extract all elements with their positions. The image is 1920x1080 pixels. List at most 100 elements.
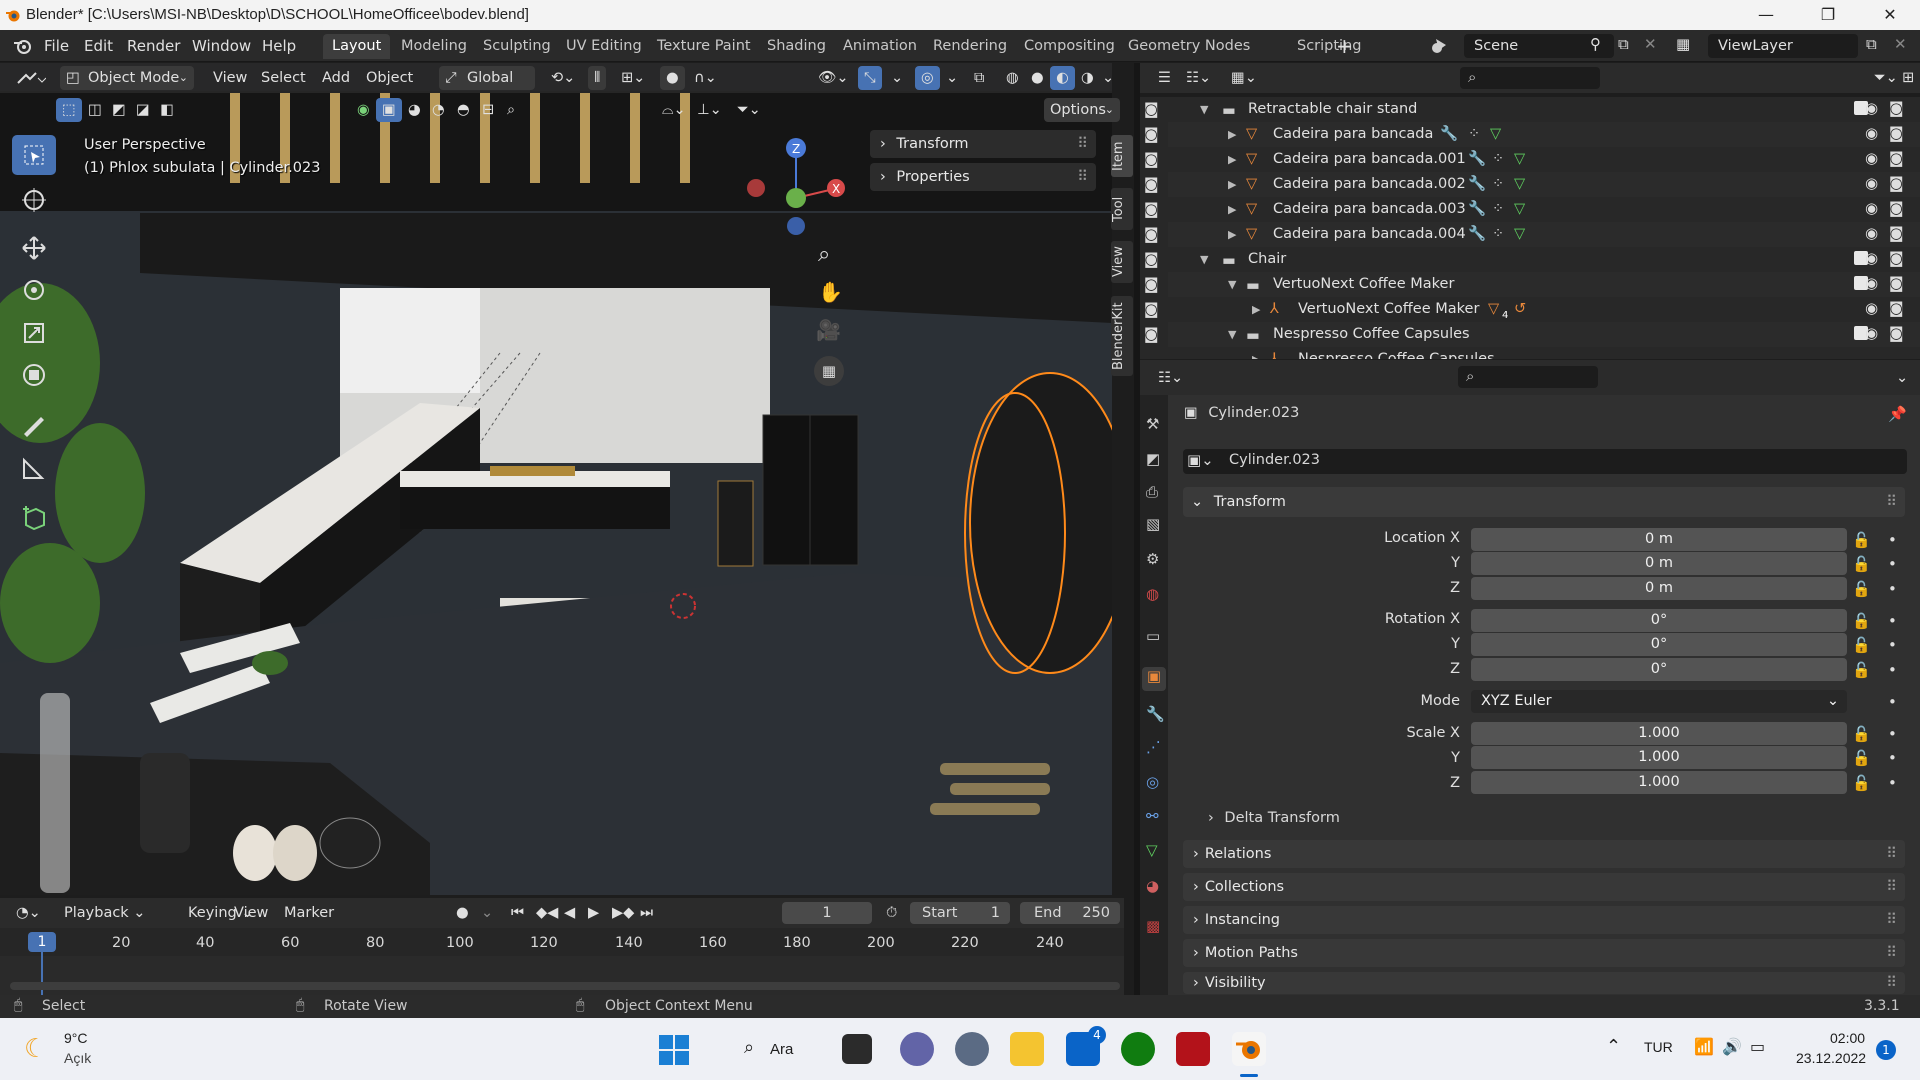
- outliner-row[interactable]: ▶ ▽ Cadeira para bancada.002 🔧 ⁘ ▽: [1140, 172, 1920, 197]
- shading-rendered-icon[interactable]: ◑: [1075, 66, 1100, 90]
- mesh-data-icon[interactable]: ▽: [1514, 147, 1532, 167]
- viewport-menu-add[interactable]: Add: [316, 66, 356, 90]
- location-z-field[interactable]: 0 m: [1471, 577, 1847, 600]
- location-x-field[interactable]: 0 m: [1471, 528, 1847, 551]
- perspective-grid-icon[interactable]: ▦: [814, 356, 844, 386]
- rotate-tool[interactable]: [12, 270, 56, 310]
- select-invert-icon[interactable]: ◪: [130, 98, 156, 122]
- gizmo-neg-z-axis[interactable]: [787, 217, 805, 235]
- camera-icon[interactable]: ◙: [1144, 150, 1159, 168]
- npanel-properties[interactable]: › Properties ⠿: [870, 163, 1096, 191]
- file-explorer-icon[interactable]: [1010, 1032, 1044, 1066]
- camera-view-icon[interactable]: 🎥: [816, 318, 841, 342]
- lock-icon[interactable]: 🔓: [1852, 555, 1871, 573]
- camera-icon[interactable]: ◙: [1144, 250, 1159, 268]
- object-name-field[interactable]: ▣⌄ Cylinder.023: [1183, 449, 1907, 474]
- notification-badge[interactable]: 1: [1876, 1040, 1896, 1060]
- asset-search-icon[interactable]: ⌕: [501, 98, 521, 122]
- jump-end-icon[interactable]: ⏭: [634, 901, 659, 925]
- drag-handle-icon[interactable]: ⠿: [1886, 840, 1897, 868]
- tab-texture-paint[interactable]: Texture Paint: [648, 34, 760, 59]
- physics-tab-icon[interactable]: ◎: [1146, 773, 1159, 791]
- camera-icon[interactable]: ◙: [1144, 300, 1159, 318]
- viewport-menu-view[interactable]: View: [207, 66, 253, 90]
- outliner-row[interactable]: ▶ ▽ Cadeira para bancada.003 🔧 ⁘ ▽: [1140, 197, 1920, 222]
- motion-paths-panel-header[interactable]: › Motion Paths ⠿: [1183, 939, 1905, 967]
- properties-editor-icon[interactable]: ☷⌄: [1152, 366, 1189, 390]
- keyframe-dot-icon[interactable]: •: [1888, 725, 1897, 743]
- eye-icon[interactable]: ◉: [1865, 324, 1878, 342]
- camera-icon[interactable]: ◙: [1889, 299, 1904, 317]
- measure-tool[interactable]: [12, 448, 56, 488]
- tab-animation[interactable]: Animation: [834, 34, 926, 59]
- add-workspace-icon[interactable]: +: [1336, 34, 1353, 58]
- mesh-data-icon[interactable]: ▽: [1514, 197, 1532, 217]
- lock-icon[interactable]: 🔓: [1852, 749, 1871, 767]
- sidetab-blenderkit[interactable]: BlenderKit: [1111, 296, 1133, 376]
- asset-sort-icon[interactable]: ⊥⌄: [691, 98, 728, 122]
- outliner-row[interactable]: ▶ ▽ Cadeira para bancada 🔧 ⁘ ▽: [1140, 122, 1920, 147]
- camera-icon[interactable]: ◙: [1144, 225, 1159, 243]
- modifier-tab-icon[interactable]: 🔧: [1146, 705, 1165, 723]
- filter-node-icon[interactable]: ⊟: [476, 98, 500, 122]
- xray-toggle-icon[interactable]: ⧉: [968, 66, 990, 90]
- camera-icon[interactable]: ◙: [1144, 125, 1159, 143]
- material-tab-icon[interactable]: ◕: [1146, 877, 1159, 895]
- rotation-mode-dropdown[interactable]: XYZ Euler ⌄: [1471, 690, 1847, 713]
- object-tab-icon[interactable]: ▣: [1142, 667, 1166, 691]
- lock-icon[interactable]: 🔓: [1852, 580, 1871, 598]
- select-subtract-icon[interactable]: ◩: [106, 98, 132, 122]
- delta-transform-subpanel[interactable]: › Delta Transform: [1208, 810, 1340, 826]
- tool-settings-tab-icon[interactable]: ⚒: [1146, 415, 1159, 433]
- outliner-row[interactable]: ▶ ▽ Cadeira para bancada.001 🔧 ⁘ ▽: [1140, 147, 1920, 172]
- output-tab-icon[interactable]: ⎙: [1146, 483, 1158, 501]
- lock-icon[interactable]: 🔓: [1852, 774, 1871, 792]
- tab-modeling[interactable]: Modeling: [392, 34, 476, 59]
- teams-chat-icon[interactable]: [900, 1032, 934, 1066]
- task-view-icon[interactable]: [842, 1034, 872, 1064]
- asset-filter-dropdown[interactable]: ⌓⌄: [656, 98, 692, 122]
- gizmo-neg-x-axis[interactable]: [747, 179, 765, 197]
- drag-handle-icon[interactable]: ⠿: [1886, 939, 1897, 967]
- menu-render[interactable]: Render: [127, 37, 180, 55]
- filter-mesh-icon[interactable]: ◕: [402, 98, 427, 122]
- keyframe-dot-icon[interactable]: •: [1888, 580, 1897, 598]
- shading-dropdown-icon[interactable]: ⌄: [1100, 66, 1116, 90]
- eye-icon[interactable]: ◉: [1865, 199, 1878, 217]
- outliner-filter-dropdown[interactable]: ▦⌄: [1225, 66, 1263, 90]
- add-cube-tool[interactable]: [12, 497, 56, 537]
- rotation-x-field[interactable]: 0°: [1471, 609, 1847, 632]
- outliner-editor-icon[interactable]: ☰: [1152, 66, 1177, 90]
- scene-tab-icon[interactable]: ⚙: [1146, 550, 1159, 568]
- select-box-mode-icon[interactable]: ⬚: [56, 98, 82, 122]
- rotation-y-field[interactable]: 0°: [1471, 633, 1847, 656]
- keyframe-dot-icon[interactable]: •: [1888, 555, 1897, 573]
- select-intersect-icon[interactable]: ◧: [154, 98, 180, 122]
- constraints-tab-icon[interactable]: ⚯: [1146, 807, 1159, 825]
- eye-icon[interactable]: ◉: [1865, 299, 1878, 317]
- modifier-wrench-icon[interactable]: 🔧: [1468, 172, 1486, 192]
- outliner-row[interactable]: ▼ ▬ Nespresso Coffee Capsules: [1140, 322, 1920, 347]
- data-tab-icon[interactable]: ▽: [1146, 841, 1158, 859]
- new-viewlayer-icon[interactable]: ⧉: [1866, 35, 1877, 53]
- gizmo-dropdown-icon[interactable]: ⌄: [885, 66, 909, 90]
- menu-window[interactable]: Window: [192, 37, 251, 55]
- mesh-data-icon[interactable]: ▽: [1490, 122, 1508, 142]
- scale-tool[interactable]: [12, 313, 56, 353]
- minimize-button[interactable]: —: [1738, 0, 1794, 30]
- shading-wireframe-icon[interactable]: ◍: [1000, 66, 1025, 90]
- play-icon[interactable]: ▶: [582, 901, 605, 925]
- record-keyframe-icon[interactable]: ●: [450, 901, 475, 925]
- camera-icon[interactable]: ◙: [1144, 175, 1159, 193]
- keyframe-dot-icon[interactable]: •: [1888, 636, 1897, 654]
- lock-icon[interactable]: 🔓: [1852, 612, 1871, 630]
- gizmo-y-axis[interactable]: [786, 188, 806, 208]
- weather-moon-icon[interactable]: ☾: [24, 1034, 47, 1064]
- tab-uv-editing[interactable]: UV Editing: [557, 34, 651, 59]
- maximize-button[interactable]: ❐: [1800, 0, 1856, 30]
- filter-light-icon[interactable]: ◔: [426, 98, 451, 122]
- camera-icon[interactable]: ◙: [1889, 124, 1904, 142]
- pose-icon[interactable]: ↺: [1514, 297, 1532, 317]
- keyframe-dot-icon[interactable]: •: [1888, 693, 1897, 711]
- camera-icon[interactable]: ◙: [1144, 275, 1159, 293]
